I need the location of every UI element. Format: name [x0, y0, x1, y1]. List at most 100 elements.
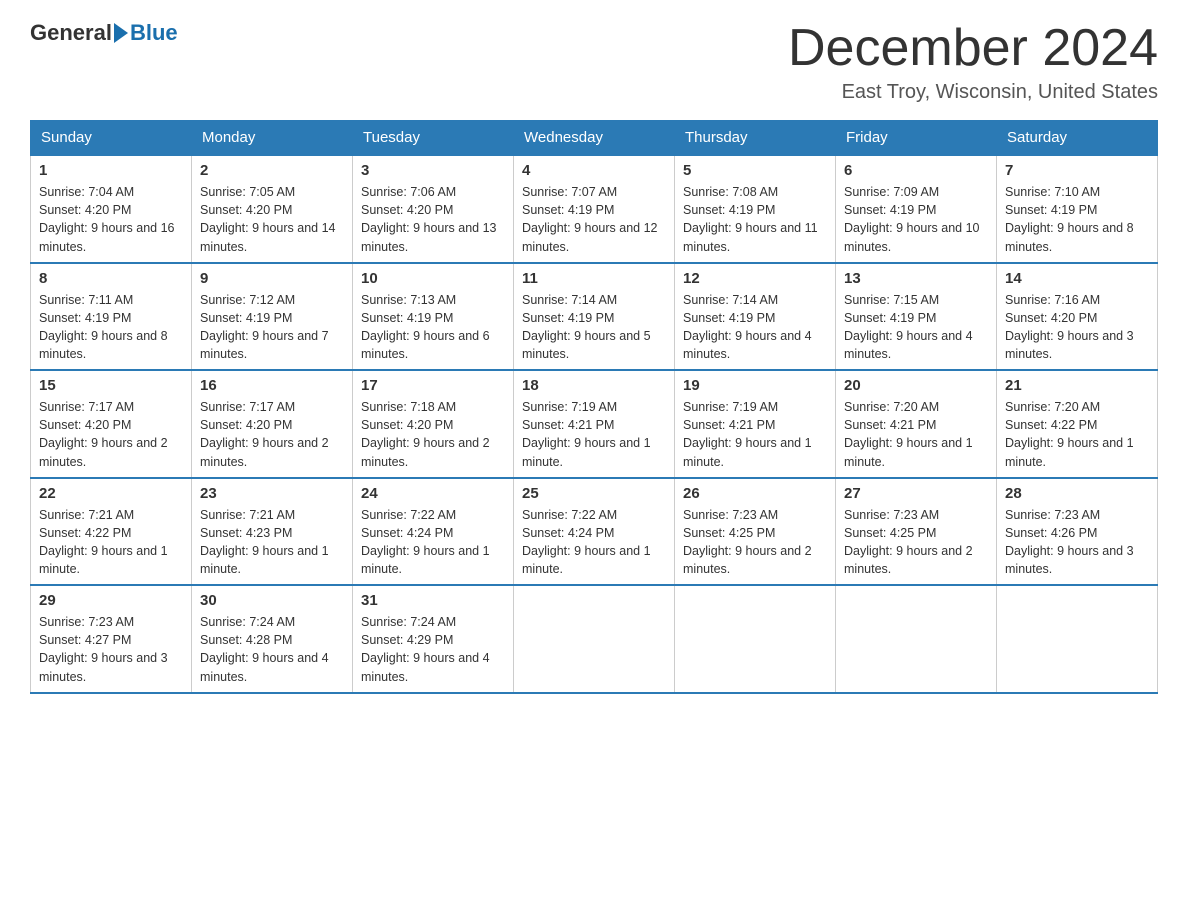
day-cell: 10 Sunrise: 7:13 AM Sunset: 4:19 PM Dayl…: [353, 263, 514, 371]
week-row-2: 8 Sunrise: 7:11 AM Sunset: 4:19 PM Dayli…: [31, 263, 1158, 371]
day-number: 19: [683, 377, 827, 394]
day-info: Sunrise: 7:06 AM Sunset: 4:20 PM Dayligh…: [361, 183, 505, 256]
day-info: Sunrise: 7:13 AM Sunset: 4:19 PM Dayligh…: [361, 291, 505, 364]
day-number: 15: [39, 377, 183, 394]
day-info: Sunrise: 7:18 AM Sunset: 4:20 PM Dayligh…: [361, 398, 505, 471]
day-number: 12: [683, 270, 827, 287]
day-number: 4: [522, 162, 666, 179]
day-number: 22: [39, 485, 183, 502]
day-info: Sunrise: 7:16 AM Sunset: 4:20 PM Dayligh…: [1005, 291, 1149, 364]
day-cell: 2 Sunrise: 7:05 AM Sunset: 4:20 PM Dayli…: [192, 155, 353, 263]
day-cell: 25 Sunrise: 7:22 AM Sunset: 4:24 PM Dayl…: [514, 478, 675, 586]
logo-arrow-icon: [114, 23, 128, 43]
day-number: 5: [683, 162, 827, 179]
day-cell: [836, 585, 997, 693]
day-number: 8: [39, 270, 183, 287]
logo: General Blue: [30, 20, 178, 46]
header-saturday: Saturday: [997, 121, 1158, 156]
day-info: Sunrise: 7:24 AM Sunset: 4:28 PM Dayligh…: [200, 613, 344, 686]
day-number: 26: [683, 485, 827, 502]
header-wednesday: Wednesday: [514, 121, 675, 156]
day-number: 9: [200, 270, 344, 287]
day-number: 28: [1005, 485, 1149, 502]
day-info: Sunrise: 7:20 AM Sunset: 4:22 PM Dayligh…: [1005, 398, 1149, 471]
day-cell: 3 Sunrise: 7:06 AM Sunset: 4:20 PM Dayli…: [353, 155, 514, 263]
calendar-header-row: SundayMondayTuesdayWednesdayThursdayFrid…: [31, 121, 1158, 156]
header-tuesday: Tuesday: [353, 121, 514, 156]
day-number: 13: [844, 270, 988, 287]
header-friday: Friday: [836, 121, 997, 156]
day-info: Sunrise: 7:17 AM Sunset: 4:20 PM Dayligh…: [39, 398, 183, 471]
day-number: 11: [522, 270, 666, 287]
day-cell: [514, 585, 675, 693]
day-cell: 22 Sunrise: 7:21 AM Sunset: 4:22 PM Dayl…: [31, 478, 192, 586]
day-info: Sunrise: 7:04 AM Sunset: 4:20 PM Dayligh…: [39, 183, 183, 256]
day-cell: 29 Sunrise: 7:23 AM Sunset: 4:27 PM Dayl…: [31, 585, 192, 693]
day-info: Sunrise: 7:17 AM Sunset: 4:20 PM Dayligh…: [200, 398, 344, 471]
day-number: 3: [361, 162, 505, 179]
week-row-5: 29 Sunrise: 7:23 AM Sunset: 4:27 PM Dayl…: [31, 585, 1158, 693]
day-cell: 11 Sunrise: 7:14 AM Sunset: 4:19 PM Dayl…: [514, 263, 675, 371]
day-number: 29: [39, 592, 183, 609]
location-subtitle: East Troy, Wisconsin, United States: [788, 81, 1158, 104]
day-number: 7: [1005, 162, 1149, 179]
day-number: 21: [1005, 377, 1149, 394]
logo-blue-text: Blue: [130, 20, 178, 46]
title-area: December 2024 East Troy, Wisconsin, Unit…: [788, 20, 1158, 104]
day-number: 2: [200, 162, 344, 179]
day-number: 6: [844, 162, 988, 179]
calendar-table: SundayMondayTuesdayWednesdayThursdayFrid…: [30, 120, 1158, 694]
day-info: Sunrise: 7:21 AM Sunset: 4:22 PM Dayligh…: [39, 506, 183, 579]
header-thursday: Thursday: [675, 121, 836, 156]
day-number: 30: [200, 592, 344, 609]
day-cell: 1 Sunrise: 7:04 AM Sunset: 4:20 PM Dayli…: [31, 155, 192, 263]
day-cell: 14 Sunrise: 7:16 AM Sunset: 4:20 PM Dayl…: [997, 263, 1158, 371]
day-number: 25: [522, 485, 666, 502]
day-cell: 16 Sunrise: 7:17 AM Sunset: 4:20 PM Dayl…: [192, 370, 353, 478]
day-cell: 30 Sunrise: 7:24 AM Sunset: 4:28 PM Dayl…: [192, 585, 353, 693]
month-title: December 2024: [788, 20, 1158, 77]
day-info: Sunrise: 7:05 AM Sunset: 4:20 PM Dayligh…: [200, 183, 344, 256]
day-cell: 31 Sunrise: 7:24 AM Sunset: 4:29 PM Dayl…: [353, 585, 514, 693]
day-info: Sunrise: 7:14 AM Sunset: 4:19 PM Dayligh…: [522, 291, 666, 364]
day-info: Sunrise: 7:23 AM Sunset: 4:25 PM Dayligh…: [683, 506, 827, 579]
day-cell: [675, 585, 836, 693]
day-info: Sunrise: 7:22 AM Sunset: 4:24 PM Dayligh…: [361, 506, 505, 579]
day-info: Sunrise: 7:23 AM Sunset: 4:27 PM Dayligh…: [39, 613, 183, 686]
day-cell: 18 Sunrise: 7:19 AM Sunset: 4:21 PM Dayl…: [514, 370, 675, 478]
week-row-3: 15 Sunrise: 7:17 AM Sunset: 4:20 PM Dayl…: [31, 370, 1158, 478]
day-cell: 17 Sunrise: 7:18 AM Sunset: 4:20 PM Dayl…: [353, 370, 514, 478]
day-cell: 26 Sunrise: 7:23 AM Sunset: 4:25 PM Dayl…: [675, 478, 836, 586]
day-number: 16: [200, 377, 344, 394]
day-cell: 20 Sunrise: 7:20 AM Sunset: 4:21 PM Dayl…: [836, 370, 997, 478]
day-cell: 28 Sunrise: 7:23 AM Sunset: 4:26 PM Dayl…: [997, 478, 1158, 586]
day-cell: 19 Sunrise: 7:19 AM Sunset: 4:21 PM Dayl…: [675, 370, 836, 478]
day-info: Sunrise: 7:15 AM Sunset: 4:19 PM Dayligh…: [844, 291, 988, 364]
day-cell: 15 Sunrise: 7:17 AM Sunset: 4:20 PM Dayl…: [31, 370, 192, 478]
day-number: 31: [361, 592, 505, 609]
day-number: 24: [361, 485, 505, 502]
day-info: Sunrise: 7:21 AM Sunset: 4:23 PM Dayligh…: [200, 506, 344, 579]
day-info: Sunrise: 7:23 AM Sunset: 4:25 PM Dayligh…: [844, 506, 988, 579]
day-info: Sunrise: 7:19 AM Sunset: 4:21 PM Dayligh…: [683, 398, 827, 471]
day-info: Sunrise: 7:10 AM Sunset: 4:19 PM Dayligh…: [1005, 183, 1149, 256]
day-info: Sunrise: 7:11 AM Sunset: 4:19 PM Dayligh…: [39, 291, 183, 364]
day-number: 17: [361, 377, 505, 394]
day-cell: 13 Sunrise: 7:15 AM Sunset: 4:19 PM Dayl…: [836, 263, 997, 371]
day-cell: 4 Sunrise: 7:07 AM Sunset: 4:19 PM Dayli…: [514, 155, 675, 263]
day-cell: [997, 585, 1158, 693]
week-row-4: 22 Sunrise: 7:21 AM Sunset: 4:22 PM Dayl…: [31, 478, 1158, 586]
day-info: Sunrise: 7:23 AM Sunset: 4:26 PM Dayligh…: [1005, 506, 1149, 579]
day-info: Sunrise: 7:20 AM Sunset: 4:21 PM Dayligh…: [844, 398, 988, 471]
day-cell: 6 Sunrise: 7:09 AM Sunset: 4:19 PM Dayli…: [836, 155, 997, 263]
day-number: 27: [844, 485, 988, 502]
header-monday: Monday: [192, 121, 353, 156]
day-cell: 12 Sunrise: 7:14 AM Sunset: 4:19 PM Dayl…: [675, 263, 836, 371]
header-sunday: Sunday: [31, 121, 192, 156]
day-cell: 9 Sunrise: 7:12 AM Sunset: 4:19 PM Dayli…: [192, 263, 353, 371]
week-row-1: 1 Sunrise: 7:04 AM Sunset: 4:20 PM Dayli…: [31, 155, 1158, 263]
day-cell: 7 Sunrise: 7:10 AM Sunset: 4:19 PM Dayli…: [997, 155, 1158, 263]
day-info: Sunrise: 7:14 AM Sunset: 4:19 PM Dayligh…: [683, 291, 827, 364]
day-cell: 21 Sunrise: 7:20 AM Sunset: 4:22 PM Dayl…: [997, 370, 1158, 478]
day-info: Sunrise: 7:09 AM Sunset: 4:19 PM Dayligh…: [844, 183, 988, 256]
